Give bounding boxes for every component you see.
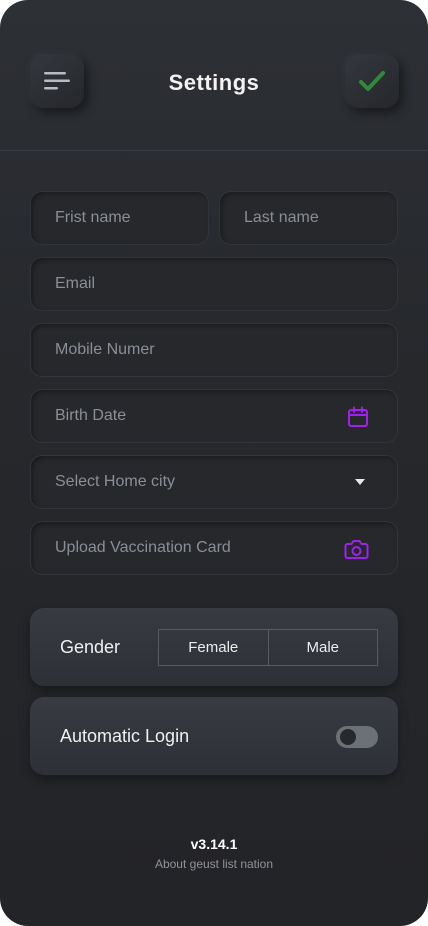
home-city-input[interactable] (31, 456, 397, 508)
header: Settings (0, 0, 428, 151)
mobile-input[interactable] (31, 324, 397, 376)
vaccination-upload-field (30, 521, 398, 575)
settings-screen: Settings Frist name Last name Email Mobi… (0, 0, 428, 926)
gender-option-female[interactable]: Female (159, 630, 268, 665)
check-icon (359, 71, 385, 91)
gender-label: Gender (60, 637, 121, 657)
calendar-icon[interactable] (347, 406, 369, 428)
email-input[interactable] (31, 258, 397, 310)
auto-login-label: Automatic Login (60, 726, 190, 746)
auto-login-card: Automatic Login (30, 697, 398, 775)
camera-icon[interactable] (344, 538, 369, 560)
app-version: v3.14.1 (190, 836, 238, 852)
last-name-field (219, 191, 398, 245)
first-name-field (30, 191, 209, 245)
caret-down-icon (355, 479, 365, 485)
gender-option-male[interactable]: Male (267, 630, 378, 665)
vaccination-upload-input[interactable] (31, 522, 397, 574)
confirm-button[interactable] (345, 54, 399, 108)
gender-segmented-control: Female Male (158, 629, 378, 666)
about-link[interactable]: About geust list nation (0, 857, 428, 871)
home-city-select[interactable] (30, 455, 398, 509)
email-field (30, 257, 398, 311)
first-name-input[interactable] (31, 192, 208, 244)
auto-login-toggle[interactable] (336, 726, 378, 748)
gender-card: Gender Female Male (30, 608, 398, 686)
birth-date-field (30, 389, 398, 443)
birth-date-input[interactable] (31, 390, 397, 442)
mobile-field (30, 323, 398, 377)
last-name-input[interactable] (220, 192, 397, 244)
toggle-knob (340, 729, 356, 745)
